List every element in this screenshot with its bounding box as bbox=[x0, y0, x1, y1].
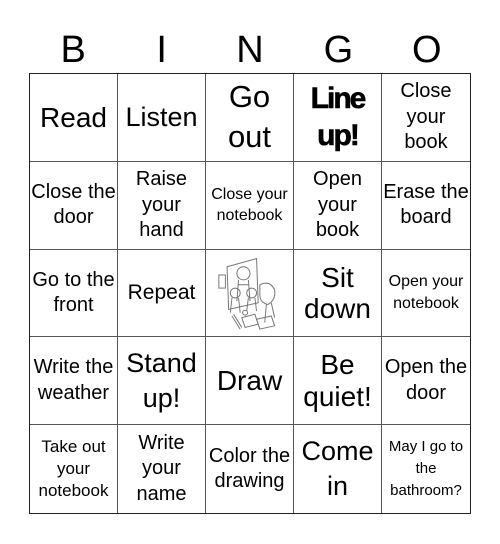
header-letter-g: G bbox=[323, 29, 354, 71]
bingo-cell[interactable]: Open your book bbox=[294, 161, 382, 250]
header-letter-o: O bbox=[412, 29, 442, 71]
bingo-cell[interactable]: Close your book bbox=[382, 74, 470, 162]
header-letter-b: B bbox=[60, 29, 86, 71]
bingo-cell[interactable]: Erase the board bbox=[382, 162, 470, 250]
bingo-cell[interactable]: May I go to the bathroom? bbox=[382, 425, 470, 513]
bingo-cell[interactable]: Write your name bbox=[118, 425, 206, 513]
bingo-cell[interactable]: Raise your hand bbox=[118, 161, 206, 250]
bingo-cell[interactable]: Close the door bbox=[30, 161, 118, 250]
bingo-cell[interactable]: Write the weather bbox=[30, 337, 118, 426]
bingo-cell[interactable]: Be quiet! bbox=[294, 337, 382, 426]
bingo-grid: Read Listen Go out Line up! Close your b… bbox=[29, 73, 471, 514]
bingo-cell[interactable]: Repeat bbox=[118, 249, 206, 338]
bingo-cell[interactable]: Open the door bbox=[382, 337, 470, 426]
bingo-cell[interactable]: Sit down bbox=[294, 249, 382, 338]
bingo-cell[interactable]: Draw bbox=[206, 337, 294, 426]
bingo-cell[interactable]: Read bbox=[30, 74, 118, 162]
bingo-cell[interactable]: Go to the front bbox=[30, 249, 118, 338]
bingo-cell[interactable]: Listen bbox=[118, 74, 206, 162]
bingo-cell[interactable]: Close your notebook bbox=[206, 161, 294, 250]
bingo-cell[interactable]: Line up! bbox=[294, 74, 382, 162]
free-space-cell[interactable] bbox=[206, 249, 294, 338]
bingo-header: B I N G O bbox=[29, 28, 471, 72]
bingo-cell[interactable]: Open your notebook bbox=[382, 250, 470, 338]
header-letter-i: I bbox=[156, 29, 167, 71]
bingo-cell[interactable]: Stand up! bbox=[118, 337, 206, 426]
bingo-cell[interactable]: Take out your notebook bbox=[30, 425, 118, 513]
classroom-drawing-icon bbox=[217, 257, 275, 330]
bingo-cell[interactable]: Go out bbox=[206, 74, 294, 162]
bingo-cell[interactable]: Color the drawing bbox=[206, 425, 294, 513]
header-letter-n: N bbox=[236, 29, 264, 71]
bingo-cell[interactable]: Come in bbox=[294, 425, 382, 513]
